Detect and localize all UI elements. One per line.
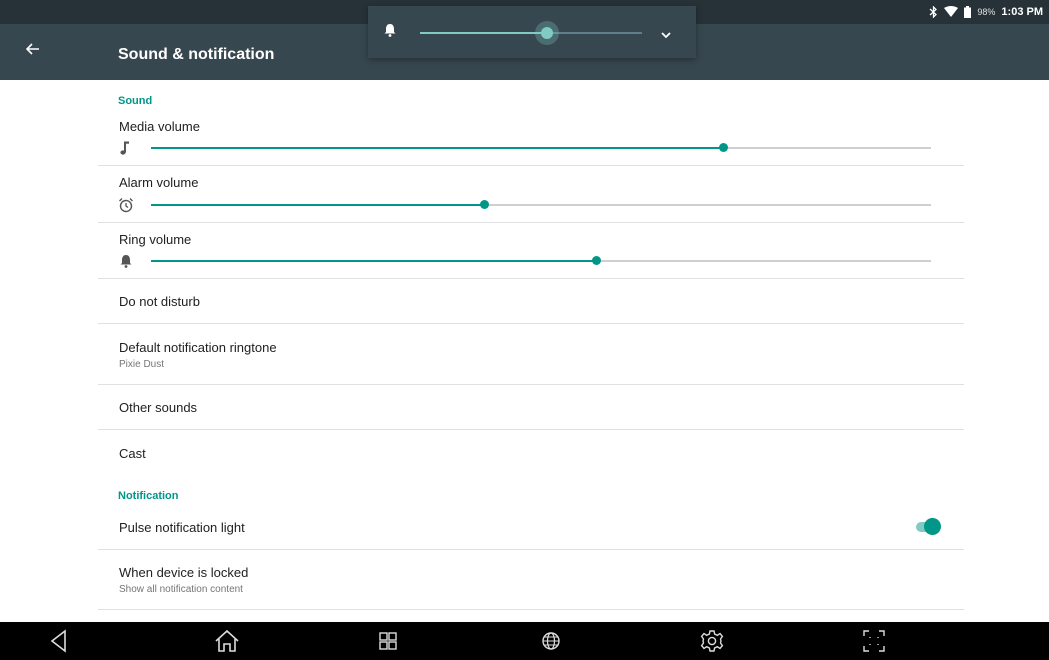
- back-button[interactable]: [25, 42, 50, 62]
- bell-icon[interactable]: [384, 23, 396, 42]
- alarm-volume-label: Alarm volume: [119, 175, 199, 190]
- volume-panel-slider-thumb[interactable]: [540, 27, 553, 39]
- bluetooth-icon: [929, 6, 938, 18]
- media-volume-slider-fill: [151, 147, 723, 149]
- toggle-thumb: [924, 518, 941, 535]
- settings-list: Sound Media volume Alarm volume Ring vol…: [98, 80, 964, 622]
- settings-gear-icon[interactable]: [699, 628, 727, 654]
- back-triangle-icon[interactable]: [48, 628, 76, 654]
- other-sounds-label: Other sounds: [119, 400, 198, 415]
- media-volume-label: Media volume: [119, 119, 200, 134]
- ring-volume-label: Ring volume: [119, 232, 192, 247]
- do-not-disturb-label: Do not disturb: [119, 294, 200, 309]
- pulse-light-toggle[interactable]: [916, 516, 944, 536]
- do-not-disturb-item[interactable]: Do not disturb: [98, 279, 964, 324]
- ring-volume-item: Ring volume: [98, 223, 964, 279]
- pulse-light-item[interactable]: Pulse notification light: [98, 504, 964, 550]
- media-volume-slider[interactable]: [151, 143, 931, 152]
- cast-label: Cast: [119, 446, 146, 461]
- alarm-volume-slider[interactable]: [151, 200, 931, 209]
- pulse-light-label: Pulse notification light: [119, 520, 245, 535]
- status-time: 1:03 PM: [1001, 6, 1043, 18]
- default-ringtone-item[interactable]: Default notification ringtone Pixie Dust: [98, 324, 964, 385]
- ring-volume-slider-fill: [151, 260, 597, 262]
- alarm-volume-slider-fill: [151, 204, 485, 206]
- bell-icon: [118, 253, 134, 269]
- other-sounds-item[interactable]: Other sounds: [98, 385, 964, 430]
- volume-panel: [368, 6, 696, 58]
- default-ringtone-value: Pixie Dust: [119, 359, 165, 370]
- chevron-down-icon[interactable]: [660, 26, 672, 44]
- page-title: Sound & notification: [118, 46, 275, 63]
- section-header-sound: Sound: [118, 95, 153, 107]
- battery-icon: [964, 6, 972, 18]
- arrow-left-icon: [25, 43, 39, 55]
- media-volume-slider-thumb[interactable]: [718, 143, 728, 152]
- wifi-icon: [944, 6, 959, 18]
- default-ringtone-label: Default notification ringtone: [119, 340, 277, 355]
- screenshot-frame-icon[interactable]: [861, 628, 889, 654]
- navigation-bar: [0, 622, 1049, 660]
- battery-percent: 98%: [977, 7, 996, 17]
- volume-panel-slider-fill: [420, 32, 547, 34]
- volume-panel-slider[interactable]: [420, 21, 642, 45]
- device-locked-label: When device is locked: [119, 565, 249, 580]
- alarm-volume-item: Alarm volume: [98, 166, 964, 223]
- cast-item[interactable]: Cast: [98, 430, 964, 475]
- ring-volume-slider-thumb[interactable]: [592, 256, 602, 265]
- alarm-volume-slider-thumb[interactable]: [480, 200, 490, 209]
- section-header-notification: Notification: [118, 490, 179, 502]
- status-icons: 98% 1:03 PM: [929, 4, 1043, 20]
- globe-icon[interactable]: [539, 628, 567, 654]
- device-locked-value: Show all notification content: [119, 584, 243, 595]
- music-note-icon: [118, 140, 134, 156]
- recents-icon[interactable]: [377, 628, 405, 654]
- alarm-clock-icon: [118, 197, 134, 213]
- device-locked-item[interactable]: When device is locked Show all notificat…: [98, 550, 964, 610]
- ring-volume-slider[interactable]: [151, 256, 931, 265]
- home-icon[interactable]: [213, 628, 241, 654]
- media-volume-item: Media volume: [98, 110, 964, 166]
